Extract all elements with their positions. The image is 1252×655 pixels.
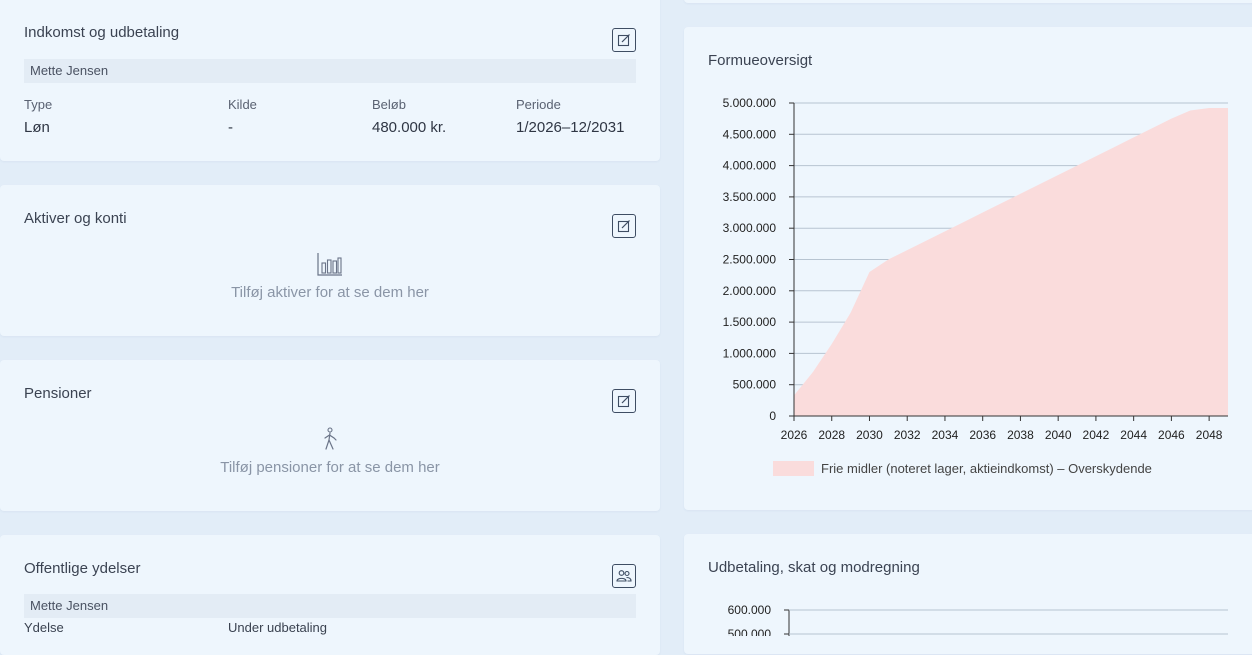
top-right-card: [684, 0, 1252, 3]
y-tick-label: 4.000.000: [723, 159, 777, 173]
x-tick-label: 2026: [781, 428, 808, 442]
income-card: Indkomst og udbetaling Mette Jensen Type…: [0, 0, 660, 161]
y-tick-label: 1.000.000: [723, 346, 777, 360]
income-col-type: Type: [24, 97, 53, 112]
bar-chart-icon: [0, 252, 660, 276]
pensions-edit-button[interactable]: [612, 389, 636, 413]
x-tick-label: 2028: [818, 428, 845, 442]
y-tick-label: 500.000: [728, 627, 772, 636]
y-tick-label: 0: [769, 409, 776, 423]
x-tick-label: 2030: [856, 428, 883, 442]
x-tick-label: 2034: [932, 428, 959, 442]
income-row-periode: 1/2026–12/2031: [516, 119, 625, 136]
edit-icon: [617, 34, 630, 47]
income-col-belob: Beløb: [372, 97, 406, 112]
pensions-card-title: Pensioner: [24, 385, 92, 402]
x-tick-label: 2036: [969, 428, 996, 442]
edit-icon: [617, 395, 630, 408]
edit-icon: [617, 220, 630, 233]
income-card-title: Indkomst og udbetaling: [24, 24, 180, 41]
benefits-col-ydelse: Ydelse: [24, 620, 64, 635]
x-tick-label: 2048: [1196, 428, 1223, 442]
assets-card: Aktiver og konti Tilføj aktiver for at s…: [0, 185, 660, 336]
walking-person-icon: [0, 427, 660, 451]
x-tick-label: 2044: [1120, 428, 1147, 442]
pensions-empty-text: Tilføj pensioner for at se dem her: [220, 459, 440, 476]
income-row-type: Løn: [24, 119, 50, 136]
x-tick-label: 2038: [1007, 428, 1034, 442]
benefits-card: Offentlige ydelser Mette Jensen Ydelse U…: [0, 535, 660, 655]
benefits-col-under-udbetaling: Under udbetaling: [228, 620, 328, 635]
y-tick-label: 3.000.000: [723, 221, 777, 235]
x-tick-label: 2042: [1083, 428, 1110, 442]
payout-chart: 600.000 500.000: [728, 603, 1228, 636]
income-col-kilde: Kilde: [228, 97, 257, 112]
y-tick-label: 1.500.000: [723, 315, 777, 329]
y-tick-label: 2.000.000: [723, 284, 777, 298]
benefits-people-button[interactable]: [612, 564, 636, 588]
income-row-kilde: -: [228, 119, 233, 136]
y-tick-label: 5.000.000: [723, 96, 777, 110]
income-edit-button[interactable]: [612, 28, 636, 52]
income-row-belob: 480.000 kr.: [372, 119, 447, 136]
wealth-chart-card: Formueoversigt 0 500.000 1.000.000 1.500.00…: [684, 27, 1252, 510]
y-tick-label: 3.500.000: [723, 190, 777, 204]
assets-card-title: Aktiver og konti: [24, 210, 127, 227]
x-tick-label: 2046: [1158, 428, 1185, 442]
benefits-person-bar: Mette Jensen: [24, 594, 636, 618]
wealth-chart: 0 500.000 1.000.000 1.500.000 2.000.000 2.500…: [723, 96, 1228, 476]
y-tick-label: 600.000: [728, 603, 772, 617]
x-tick-label: 2040: [1045, 428, 1072, 442]
assets-empty-text: Tilføj aktiver for at se dem her: [231, 284, 429, 301]
y-tick-label: 4.500.000: [723, 127, 777, 141]
pensions-card: Pensioner Tilføj pensioner for at se dem…: [0, 360, 660, 511]
x-tick-label: 2032: [894, 428, 921, 442]
payout-chart-card: Udbetaling, skat og modregning 600.000 50…: [684, 534, 1252, 654]
people-icon: [616, 570, 632, 582]
legend-label: Frie midler (noteret lager, aktieindkoms…: [821, 461, 1152, 476]
income-col-periode: Periode: [516, 97, 561, 112]
y-tick-label: 500.000: [733, 378, 777, 392]
y-tick-label: 2.500.000: [723, 253, 777, 267]
income-person-bar: Mette Jensen: [24, 59, 636, 83]
legend-swatch: [773, 461, 814, 476]
assets-edit-button[interactable]: [612, 214, 636, 238]
benefits-card-title: Offentlige ydelser: [24, 560, 141, 577]
wealth-area-series: [794, 108, 1228, 417]
